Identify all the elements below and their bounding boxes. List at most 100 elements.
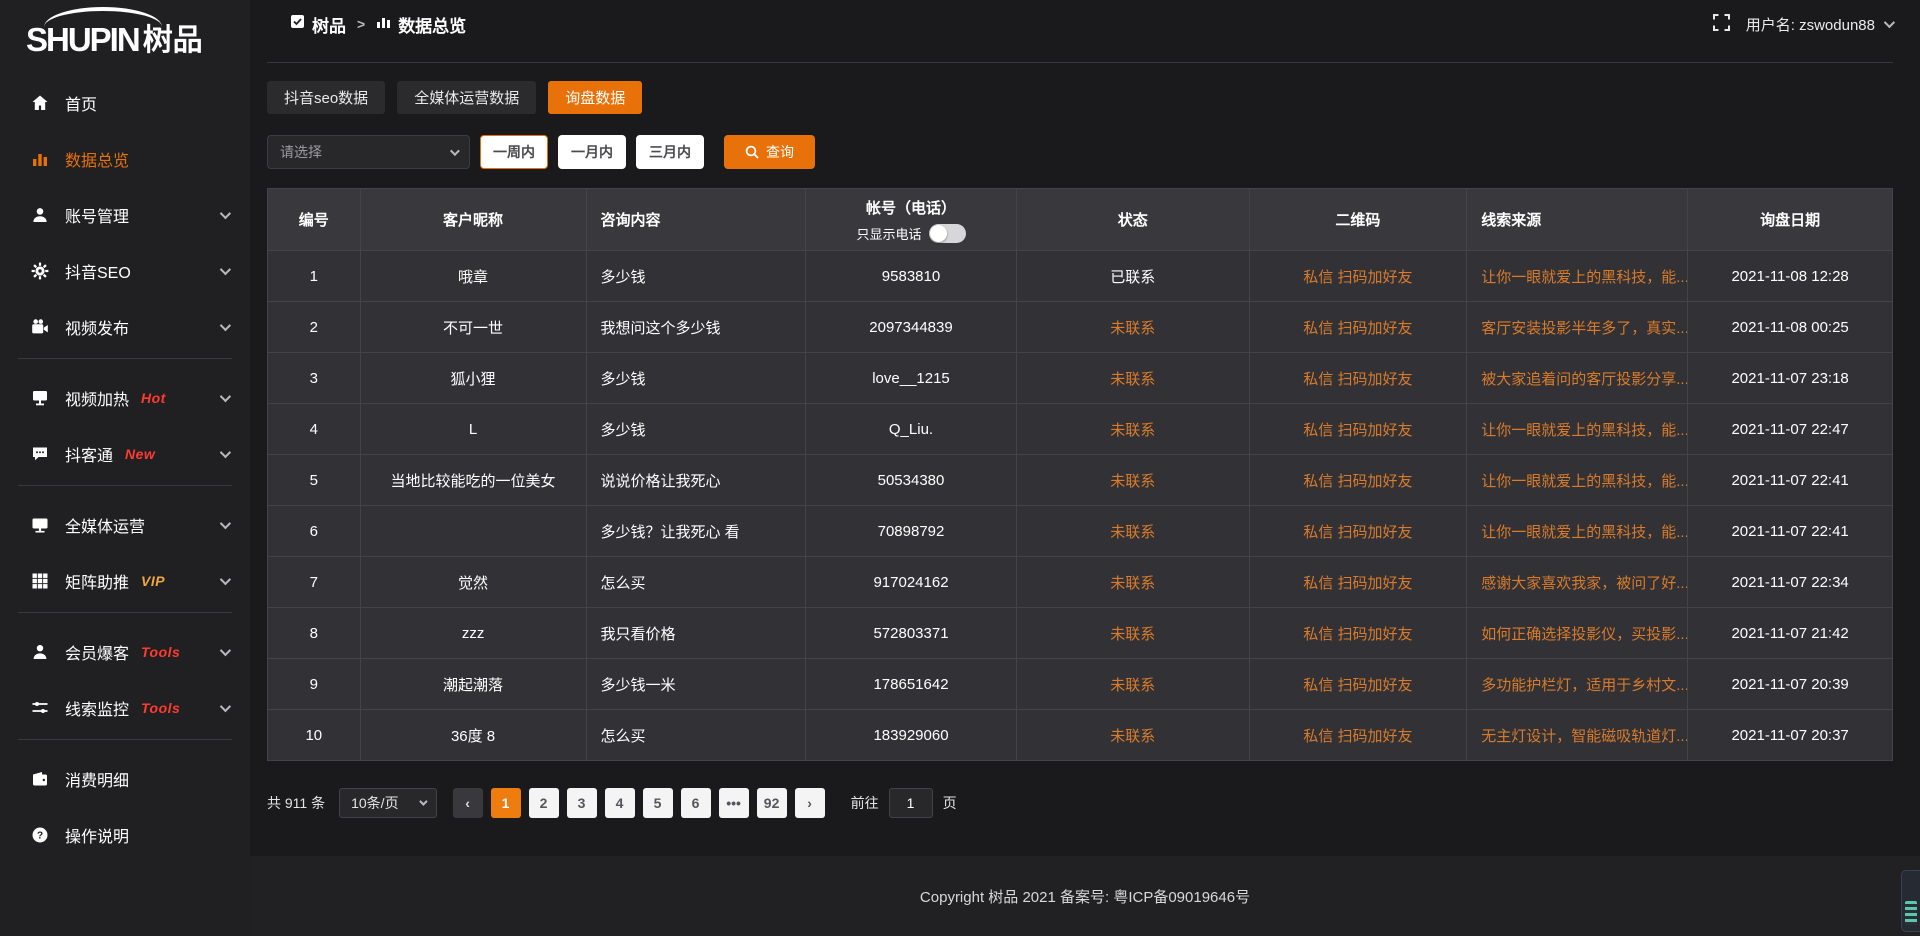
sidebar-item-10[interactable]: 线索监控Tools	[0, 683, 250, 733]
cell-qrcode[interactable]: 私信 扫码加好友	[1249, 251, 1467, 302]
chevron-down-icon	[220, 320, 231, 331]
chevron-down-icon	[450, 146, 460, 156]
tab-0[interactable]: 抖音seo数据	[267, 81, 385, 114]
cell-source[interactable]: 多功能护栏灯，适用于乡村文...	[1467, 659, 1688, 710]
page-button-3[interactable]: 3	[567, 788, 597, 818]
sidebar-item-3[interactable]: 抖音SEO	[0, 246, 250, 296]
home-icon	[30, 93, 50, 113]
sidebar-item-tag: Tools	[141, 700, 180, 716]
cell-source[interactable]: 让你一眼就爱上的黑科技，能...	[1467, 506, 1688, 557]
sidebar-item-label: 抖客通	[65, 442, 113, 466]
sidebar-item-1[interactable]: 数据总览	[0, 134, 250, 184]
chevron-down-icon	[220, 391, 231, 402]
chevron-down-icon	[1884, 17, 1895, 28]
page-button-5[interactable]: 5	[643, 788, 673, 818]
cell-qrcode[interactable]: 私信 扫码加好友	[1249, 506, 1467, 557]
sidebar-item-6[interactable]: 抖客通New	[0, 429, 250, 479]
cell-source[interactable]: 如何正确选择投影仪，买投影...	[1467, 608, 1688, 659]
phone-only-toggle[interactable]	[929, 224, 966, 243]
sidebar-item-label: 会员爆客	[65, 640, 129, 664]
sidebar-item-tag: Tools	[141, 644, 180, 660]
cell-source[interactable]: 让你一眼就爱上的黑科技，能...	[1467, 251, 1688, 302]
cell-content: 我只看价格	[586, 608, 805, 659]
prev-page-button[interactable]: ‹	[453, 788, 483, 818]
fullscreen-icon[interactable]	[1713, 14, 1730, 35]
tab-2[interactable]: 询盘数据	[548, 81, 642, 114]
search-button[interactable]: 查询	[724, 135, 815, 169]
cell-source[interactable]: 被大家追着问的客厅投影分享...	[1467, 353, 1688, 404]
sidebar-item-label: 数据总览	[65, 147, 129, 171]
cell-nickname: 狐小狸	[360, 353, 586, 404]
page-size-select[interactable]: 10条/页	[339, 788, 436, 818]
cell-account: 2097344839	[805, 302, 1016, 353]
monitor-icon	[30, 515, 50, 535]
cell-qrcode[interactable]: 私信 扫码加好友	[1249, 608, 1467, 659]
cell-date: 2021-11-07 22:41	[1688, 455, 1893, 506]
table-row: 3狐小狸多少钱love__1215未联系私信 扫码加好友被大家追着问的客厅投影分…	[268, 353, 1893, 404]
goto-page: 前往 页	[851, 788, 957, 818]
page-buttons: ‹ 123456 ••• 92 ›	[453, 788, 833, 818]
table-header-row: 编号客户昵称咨询内容帐号（电话）只显示电话状态二维码线索来源询盘日期	[268, 189, 1893, 251]
sidebar-item-0[interactable]: 首页	[0, 78, 250, 128]
range-button-1[interactable]: 一月内	[558, 135, 626, 169]
breadcrumb-current: 数据总览	[398, 12, 466, 37]
corner-widget[interactable]	[1901, 870, 1920, 932]
cell-source[interactable]: 客厅安装投影半年多了，真实...	[1467, 302, 1688, 353]
user-menu[interactable]: 用户名: zswodun88	[1746, 14, 1892, 35]
app-square-icon	[290, 14, 305, 34]
sidebar-item-2[interactable]: 账号管理	[0, 190, 250, 240]
sidebar-item-5[interactable]: 视频加热Hot	[0, 373, 250, 423]
filter-select[interactable]: 请选择	[267, 135, 470, 169]
header-divider	[267, 62, 1893, 63]
cell-source[interactable]: 感谢大家喜欢我家，被问了好...	[1467, 557, 1688, 608]
goto-page-input[interactable]	[889, 788, 933, 818]
tab-1[interactable]: 全媒体运营数据	[397, 81, 536, 114]
cell-source[interactable]: 让你一眼就爱上的黑科技，能...	[1467, 455, 1688, 506]
sidebar-item-12[interactable]: ?操作说明	[0, 810, 250, 860]
goto-suffix: 页	[943, 793, 957, 813]
cell-date: 2021-11-07 20:39	[1688, 659, 1893, 710]
cell-content: 说说价格让我死心	[586, 455, 805, 506]
table-row: 9潮起潮落多少钱一米178651642未联系私信 扫码加好友多功能护栏灯，适用于…	[268, 659, 1893, 710]
cell-source[interactable]: 无主灯设计，智能磁吸轨道灯...	[1467, 710, 1688, 761]
sidebar: SHUPIN 树品 首页数据总览账号管理抖音SEO 视频发布视频加热Hot 抖客通N…	[0, 0, 250, 936]
sidebar-item-7[interactable]: 全媒体运营	[0, 500, 250, 550]
sidebar-item-4[interactable]: 视频发布	[0, 302, 250, 352]
range-button-0[interactable]: 一周内	[480, 135, 548, 169]
sidebar-item-label: 消费明细	[65, 767, 129, 791]
page-button-92[interactable]: 92	[757, 788, 787, 818]
cell-qrcode[interactable]: 私信 扫码加好友	[1249, 302, 1467, 353]
page-button-6[interactable]: 6	[681, 788, 711, 818]
page-button-2[interactable]: 2	[529, 788, 559, 818]
sidebar-item-9[interactable]: 会员爆客 Tools	[0, 627, 250, 677]
cell-qrcode[interactable]: 私信 扫码加好友	[1249, 659, 1467, 710]
cell-qrcode[interactable]: 私信 扫码加好友	[1249, 353, 1467, 404]
chevron-down-icon	[220, 518, 231, 529]
page-button-4[interactable]: 4	[605, 788, 635, 818]
sidebar-menu: 首页数据总览账号管理抖音SEO 视频发布视频加热Hot 抖客通New 全媒体运营矩阵助…	[0, 64, 250, 936]
sidebar-item-label: 视频发布	[65, 315, 129, 339]
sidebar-item-tag: VIP	[141, 573, 165, 589]
sidebar-item-8[interactable]: 矩阵助推 VIP	[0, 556, 250, 606]
page-button-1[interactable]: 1	[491, 788, 521, 818]
cell-account: 183929060	[805, 710, 1016, 761]
cell-qrcode[interactable]: 私信 扫码加好友	[1249, 455, 1467, 506]
cell-date: 2021-11-07 22:47	[1688, 404, 1893, 455]
cell-qrcode[interactable]: 私信 扫码加好友	[1249, 710, 1467, 761]
cell-qrcode[interactable]: 私信 扫码加好友	[1249, 404, 1467, 455]
range-button-2[interactable]: 三月内	[636, 135, 704, 169]
cell-status: 未联系	[1017, 353, 1249, 404]
cell-status: 未联系	[1017, 455, 1249, 506]
cell-date: 2021-11-07 23:18	[1688, 353, 1893, 404]
sidebar-item-label: 矩阵助推	[65, 569, 129, 593]
cell-qrcode[interactable]: 私信 扫码加好友	[1249, 557, 1467, 608]
screen-icon	[30, 388, 50, 408]
sidebar-item-11[interactable]: 消费明细	[0, 754, 250, 804]
more-pages-button[interactable]: •••	[719, 788, 749, 818]
breadcrumb-root[interactable]: 树品	[312, 12, 346, 37]
sidebar-item-label: 抖音SEO	[65, 259, 131, 283]
app-logo: SHUPIN 树品	[0, 0, 250, 64]
search-button-label: 查询	[766, 142, 794, 162]
next-page-button[interactable]: ›	[795, 788, 825, 818]
cell-source[interactable]: 让你一眼就爱上的黑科技，能...	[1467, 404, 1688, 455]
